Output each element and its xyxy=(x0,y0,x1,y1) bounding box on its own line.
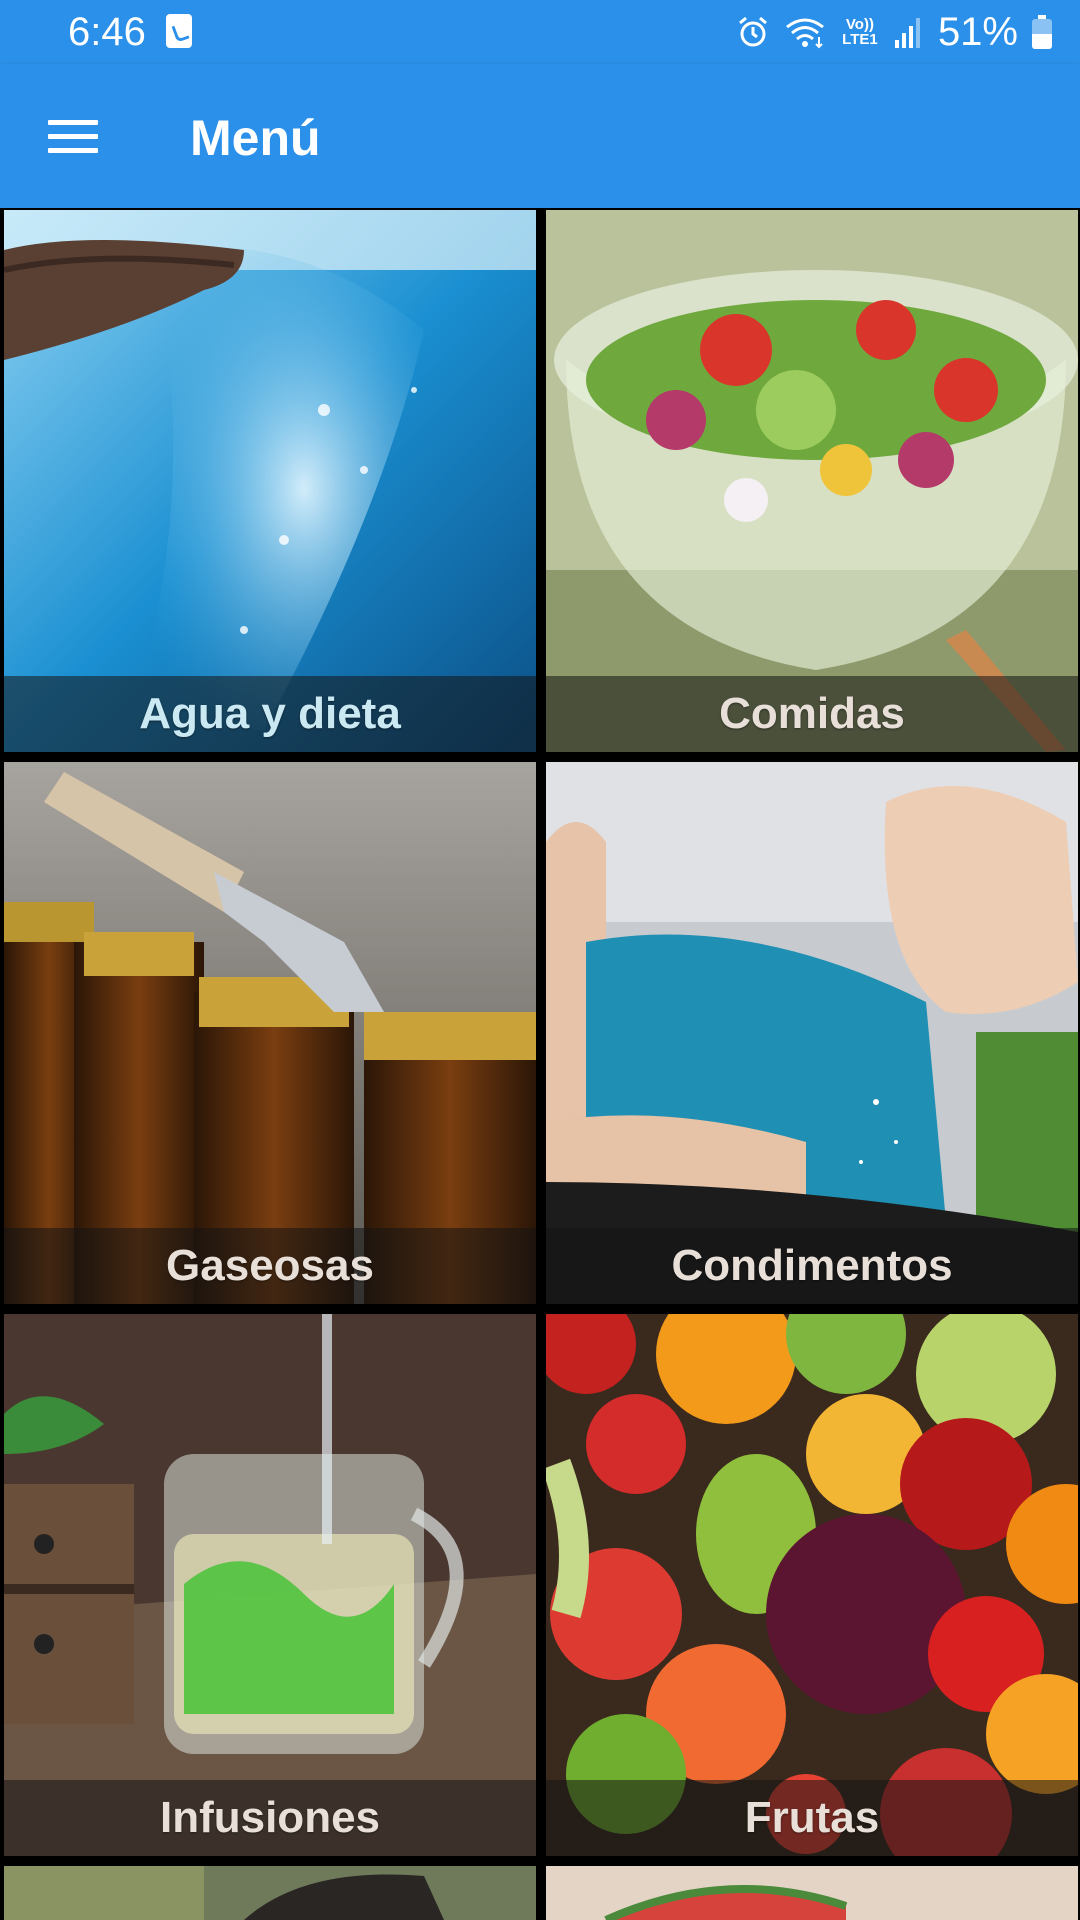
fruits-image xyxy=(546,1314,1078,1856)
category-tile-comidas[interactable]: Comidas xyxy=(546,210,1078,752)
notification-icon xyxy=(166,14,192,48)
category-label: Gaseosas xyxy=(166,1241,374,1290)
category-tile-partial-right[interactable] xyxy=(546,1866,1078,1920)
category-label-bar: Frutas xyxy=(546,1780,1078,1856)
hamburger-menu-icon[interactable] xyxy=(32,104,116,168)
category-tile-partial-left[interactable] xyxy=(4,1866,536,1920)
herbal-tea-image xyxy=(4,1314,536,1856)
battery-icon xyxy=(1032,15,1052,49)
watermelon-partial-image xyxy=(546,1866,1078,1920)
category-label-bar: Gaseosas xyxy=(4,1228,536,1304)
category-label-bar: Agua y dieta xyxy=(4,676,536,752)
battery-percent: 51% xyxy=(937,10,1018,54)
signal-icon xyxy=(894,16,924,48)
page-title: Menú xyxy=(190,110,321,166)
salting-hand-image xyxy=(546,762,1078,1304)
water-splash-image xyxy=(4,210,536,752)
category-tile-condimentos[interactable]: Condimentos xyxy=(546,762,1078,1304)
person-partial-image xyxy=(4,1866,536,1920)
wifi-icon xyxy=(784,15,826,49)
alarm-icon xyxy=(736,15,770,49)
status-bar: 6:46 Vo)) LTE1 51% xyxy=(0,0,1080,64)
category-tile-frutas[interactable]: Frutas xyxy=(546,1314,1078,1856)
app-bar: Menú xyxy=(0,64,1080,208)
category-label: Comidas xyxy=(719,689,905,738)
lte-icon: Vo)) LTE1 xyxy=(842,16,878,48)
category-label: Condimentos xyxy=(671,1241,953,1290)
category-tile-agua-y-dieta[interactable]: Agua y dieta xyxy=(4,210,536,752)
category-label-bar: Condimentos xyxy=(546,1228,1078,1304)
category-grid: Agua y dieta Comidas Gaseosas Condimento… xyxy=(0,208,1080,1920)
category-label: Infusiones xyxy=(159,1793,381,1842)
category-label-bar: Infusiones xyxy=(4,1780,536,1856)
salad-bowl-image xyxy=(546,210,1078,752)
status-icons: Vo)) LTE1 51% xyxy=(736,8,1052,56)
category-tile-gaseosas[interactable]: Gaseosas xyxy=(4,762,536,1304)
category-label: Frutas xyxy=(744,1793,880,1842)
category-label: Agua y dieta xyxy=(139,689,401,738)
category-tile-infusiones[interactable]: Infusiones xyxy=(4,1314,536,1856)
status-time: 6:46 xyxy=(68,10,146,54)
bottles-image xyxy=(4,762,536,1304)
category-label-bar: Comidas xyxy=(546,676,1078,752)
